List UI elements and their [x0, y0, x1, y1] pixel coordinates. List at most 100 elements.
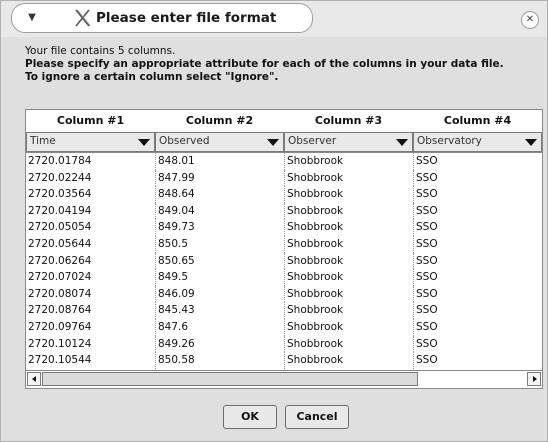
table-row: 2720.03564 848.64 Shobbrook SSO — [26, 186, 542, 203]
dropdown-arrow-icon[interactable] — [138, 139, 150, 146]
table-cell: SSO — [413, 269, 542, 286]
dropdown-arrow-icon[interactable] — [396, 139, 408, 146]
file-format-dialog: ▼ Please enter file format ✕ Your file c… — [0, 0, 548, 442]
table-cell: Shobbrook — [284, 235, 413, 253]
column-header-1: Column #1 — [56, 114, 125, 127]
table-cell: SSO — [413, 335, 542, 353]
table-cell: 2720.09764 — [28, 320, 92, 333]
table-cell: 2720.04194 — [28, 204, 92, 217]
attribute-value: Observatory — [417, 135, 482, 147]
table-cell: Shobbrook — [284, 186, 413, 203]
table-cell: 2720.03564 — [28, 188, 92, 201]
table-row: 2720.08074 846.09 Shobbrook SSO — [26, 285, 542, 303]
table-cell: 2720.02244 — [28, 171, 92, 184]
table-row: 2720.10544 850.58 Shobbrook SSO — [26, 352, 542, 369]
table-row: 2720.06264 850.65 Shobbrook SSO — [26, 252, 542, 270]
table-cell: 846.09 — [155, 285, 284, 303]
attribute-select-column-4[interactable]: Observatory — [413, 132, 542, 152]
column-table-panel: Column #1 Column #2 Column #3 Column #4 … — [25, 109, 543, 389]
table-row: 2720.01784 848.01 Shobbrook SSO — [26, 153, 542, 170]
title-bar[interactable]: ▼ Please enter file format ✕ — [1, 1, 547, 37]
table-cell: Shobbrook — [284, 169, 413, 187]
data-preview-table: 2720.01784 848.01 Shobbrook SSO 2720.02244 84… — [26, 153, 542, 370]
scrollbar-thumb[interactable] — [42, 372, 418, 386]
instruction-line-3: To ignore a certain column select "Ignor… — [25, 71, 279, 83]
scroll-left-arrow-icon[interactable] — [27, 372, 41, 386]
table-cell: 847.6 — [155, 318, 284, 336]
attribute-select-column-3[interactable]: Observer — [284, 132, 413, 152]
table-cell: 847.99 — [155, 169, 284, 187]
table-cell: Shobbrook — [284, 153, 413, 170]
table-cell: 850.5 — [155, 235, 284, 253]
attribute-value: Observer — [288, 135, 337, 147]
close-icon[interactable]: ✕ — [521, 11, 539, 29]
table-cell: 848.64 — [155, 186, 284, 203]
table-row: 2720.04194 849.04 Shobbrook SSO — [26, 202, 542, 220]
dropdown-arrow-icon[interactable] — [525, 139, 537, 146]
dropdown-arrow-icon[interactable] — [267, 139, 279, 146]
instruction-line-1: Your file contains 5 columns. — [25, 45, 176, 57]
table-cell: SSO — [413, 219, 542, 236]
table-row: 2720.07024 849.5 Shobbrook SSO — [26, 269, 542, 286]
table-cell: 2720.10124 — [28, 337, 92, 350]
horizontal-scrollbar[interactable] — [26, 370, 542, 388]
column-header-2: Column #2 — [185, 114, 254, 127]
title-tab[interactable]: ▼ Please enter file format — [11, 3, 313, 33]
column-header-row: Column #1 Column #2 Column #3 Column #4 — [26, 110, 542, 132]
table-row: 2720.08764 845.43 Shobbrook SSO — [26, 302, 542, 319]
table-row: 2720.10124 849.26 Shobbrook SSO — [26, 335, 542, 353]
table-cell: 2720.06264 — [28, 254, 92, 267]
table-cell: SSO — [413, 186, 542, 203]
table-cell: SSO — [413, 302, 542, 319]
table-cell: Shobbrook — [284, 335, 413, 353]
table-row: 2720.02244 847.99 Shobbrook SSO — [26, 169, 542, 187]
table-cell: 2720.05054 — [28, 221, 92, 234]
scroll-right-arrow-icon[interactable] — [527, 372, 541, 386]
column-header-4: Column #4 — [443, 114, 512, 127]
table-cell: Shobbrook — [284, 202, 413, 220]
table-cell: SSO — [413, 235, 542, 253]
table-cell: Shobbrook — [284, 269, 413, 286]
table-cell: SSO — [413, 169, 542, 187]
attribute-select-column-2[interactable]: Observed — [155, 132, 284, 152]
cancel-button[interactable]: Cancel — [285, 405, 349, 429]
table-cell: 849.04 — [155, 202, 284, 220]
instructions: Your file contains 5 columns. Please spe… — [25, 45, 504, 84]
table-cell: SSO — [413, 153, 542, 170]
table-cell: Shobbrook — [284, 252, 413, 270]
attribute-select-row: Time Observed Observer Observatory — [26, 132, 542, 153]
table-row: 2720.05644 850.5 Shobbrook SSO — [26, 235, 542, 253]
attribute-select-column-1[interactable]: Time — [26, 132, 155, 152]
table-cell: 2720.07024 — [28, 271, 92, 284]
table-cell: SSO — [413, 202, 542, 220]
table-cell: 848.01 — [155, 153, 284, 170]
attribute-value: Time — [30, 135, 56, 147]
window-title: Please enter file format — [96, 10, 277, 26]
table-cell: 849.5 — [155, 269, 284, 286]
table-cell: 849.73 — [155, 219, 284, 236]
ok-button[interactable]: OK — [223, 405, 277, 429]
table-cell: Shobbrook — [284, 285, 413, 303]
table-cell: 2720.05644 — [28, 237, 92, 250]
attribute-value: Observed — [159, 135, 210, 147]
table-cell: 845.43 — [155, 302, 284, 319]
table-cell: 2720.08764 — [28, 304, 92, 317]
table-cell: 2720.08074 — [28, 287, 92, 300]
x-logo-icon — [75, 9, 91, 27]
table-cell: Shobbrook — [284, 302, 413, 319]
table-cell: 850.58 — [155, 352, 284, 369]
table-cell: SSO — [413, 252, 542, 270]
table-cell: Shobbrook — [284, 219, 413, 236]
table-cell: Shobbrook — [284, 352, 413, 369]
table-cell: SSO — [413, 352, 542, 369]
chevron-down-icon[interactable]: ▼ — [22, 8, 42, 28]
table-cell: SSO — [413, 285, 542, 303]
table-cell: 2720.10544 — [28, 354, 92, 367]
table-cell: 850.65 — [155, 252, 284, 270]
column-header-3: Column #3 — [314, 114, 383, 127]
table-row: 2720.05054 849.73 Shobbrook SSO — [26, 219, 542, 236]
table-cell: 849.26 — [155, 335, 284, 353]
instruction-line-2: Please specify an appropriate attribute … — [25, 58, 504, 70]
table-cell: 2720.01784 — [28, 155, 92, 167]
table-cell: Shobbrook — [284, 318, 413, 336]
